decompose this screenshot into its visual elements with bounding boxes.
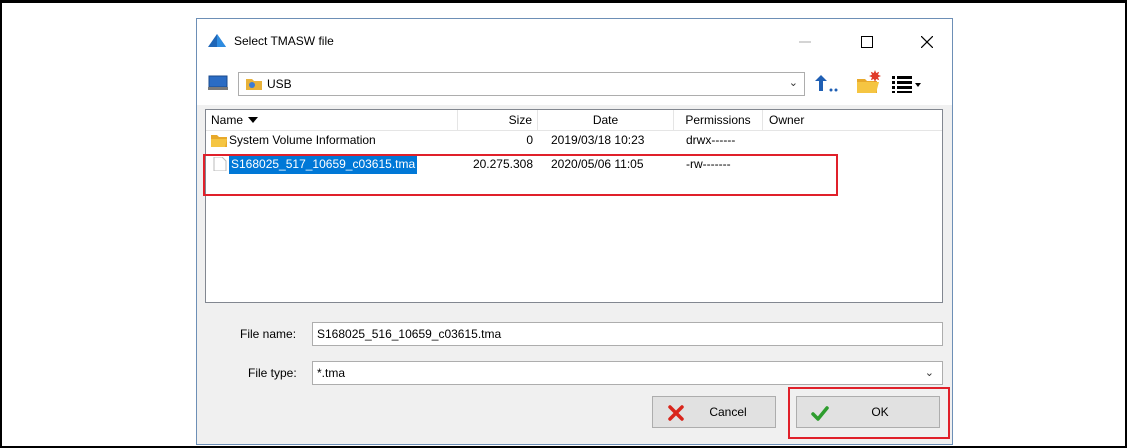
parent-folder-icon[interactable] xyxy=(813,75,839,93)
computer-drive-icon[interactable] xyxy=(208,75,228,91)
column-header-size[interactable]: Size xyxy=(458,110,538,130)
file-size: 0 xyxy=(526,133,533,147)
file-size: 20.275.308 xyxy=(472,157,533,171)
maximize-icon xyxy=(861,36,873,48)
sort-descending-icon xyxy=(248,117,259,123)
file-icon xyxy=(213,157,227,171)
minimize-icon xyxy=(799,41,811,43)
close-icon xyxy=(921,36,933,48)
chevron-down-icon[interactable]: ⌄ xyxy=(789,76,798,89)
file-row[interactable]: System Volume Information 0 2019/03/18 1… xyxy=(206,130,942,150)
select-file-dialog: Select TMASW file USB ⌄ Name Size Date P… xyxy=(196,18,953,445)
file-type-label: File type: xyxy=(248,366,297,380)
file-name: System Volume Information xyxy=(229,133,376,147)
column-header-permissions[interactable]: Permissions xyxy=(674,110,763,130)
file-name-field[interactable]: S168025_516_10659_c03615.tma xyxy=(312,322,943,346)
file-row-selected[interactable]: S168025_517_10659_c03615.tma 20.275.308 … xyxy=(206,154,942,174)
usb-folder-icon xyxy=(246,79,262,90)
path-combo[interactable]: USB ⌄ xyxy=(238,72,805,96)
cancel-button[interactable]: Cancel xyxy=(652,396,776,428)
maximize-button[interactable] xyxy=(847,27,887,57)
current-path: USB xyxy=(267,77,292,91)
column-date-label: Date xyxy=(592,113,619,127)
file-permissions: -rw------- xyxy=(686,157,731,171)
column-header-owner[interactable]: Owner xyxy=(763,110,823,130)
file-name-label: File name: xyxy=(240,327,297,341)
column-header-date[interactable]: Date xyxy=(538,110,674,130)
file-permissions: drwx------ xyxy=(686,133,736,147)
file-type-select[interactable]: *.tma ⌄ xyxy=(312,361,943,385)
file-list-header: Name Size Date Permissions Owner xyxy=(206,110,942,131)
column-permissions-label: Permissions xyxy=(685,113,751,127)
new-folder-icon[interactable] xyxy=(855,69,881,95)
file-name-value: S168025_516_10659_c03615.tma xyxy=(317,327,502,341)
column-name-label: Name xyxy=(211,113,244,127)
file-date: 2019/03/18 10:23 xyxy=(551,133,645,147)
dialog-title: Select TMASW file xyxy=(234,34,334,48)
title-bar: Select TMASW file xyxy=(197,19,952,65)
folder-icon xyxy=(211,135,227,147)
file-date: 2020/05/06 11:05 xyxy=(551,157,644,171)
minimize-button[interactable] xyxy=(785,27,825,57)
file-name: S168025_517_10659_c03615.tma xyxy=(229,154,418,174)
file-list[interactable]: Name Size Date Permissions Owner System … xyxy=(205,109,943,303)
ok-button[interactable]: OK xyxy=(796,396,940,428)
app-triangle-icon xyxy=(208,34,226,47)
file-type-value: *.tma xyxy=(317,366,346,380)
navigation-toolbar: USB ⌄ xyxy=(197,65,952,105)
cancel-label: Cancel xyxy=(709,405,747,419)
column-header-name[interactable]: Name xyxy=(206,110,458,130)
ok-label: OK xyxy=(871,405,889,419)
close-button[interactable] xyxy=(907,27,947,57)
chevron-down-icon[interactable]: ⌄ xyxy=(925,362,934,384)
view-menu-icon[interactable] xyxy=(892,74,922,94)
column-owner-label: Owner xyxy=(769,113,805,127)
column-size-label: Size xyxy=(508,113,532,127)
